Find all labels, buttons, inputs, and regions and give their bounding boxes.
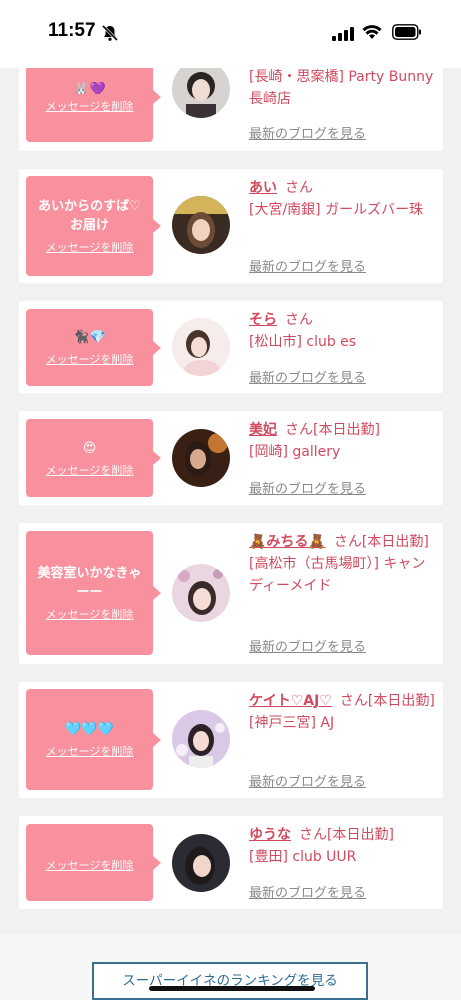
delete-message-link[interactable]: メッセージを削除 bbox=[46, 462, 134, 478]
message-text: 🩵🩵🩵 bbox=[65, 722, 114, 737]
honorific: さん bbox=[285, 180, 313, 196]
status-time: 11:57 bbox=[48, 20, 96, 41]
message-bubble: 🐈‍⬛💎 メッセージを削除 bbox=[26, 309, 161, 386]
attendance-badge: [本日出勤] bbox=[313, 422, 380, 438]
super-like-card: 🩵🩵🩵 メッセージを削除 ケイト♡AJ♡ さん[本日出勤] [神戸三宮] AJ 最… bbox=[19, 682, 443, 798]
message-bubble: メッセージを削除 bbox=[26, 824, 161, 901]
attendance-badge: [本日出勤] bbox=[361, 534, 429, 550]
avatar[interactable] bbox=[172, 318, 230, 376]
shop-name: [大宮/南銀] ガールズバー珠 bbox=[249, 202, 424, 218]
blog-link[interactable]: 最新のブログを見る bbox=[249, 367, 366, 386]
shop-name: [高松市（古馬場町）] キャンディーメイド bbox=[249, 556, 426, 594]
delete-message-link[interactable]: メッセージを削除 bbox=[46, 98, 134, 114]
shop-name: [松山市] club es bbox=[249, 334, 357, 350]
avatar[interactable] bbox=[172, 60, 230, 118]
cast-name-link[interactable]: あい bbox=[249, 180, 277, 196]
cast-name-link[interactable]: 🧸みちる🧸 bbox=[249, 534, 326, 550]
avatar[interactable] bbox=[172, 710, 230, 768]
honorific: さん bbox=[339, 693, 368, 709]
delete-message-link[interactable]: メッセージを削除 bbox=[46, 351, 134, 367]
delete-message-link[interactable]: メッセージを削除 bbox=[46, 606, 134, 622]
message-bubble: 🩵🩵🩵 メッセージを削除 bbox=[26, 689, 161, 790]
blog-link[interactable]: 最新のブログを見る bbox=[249, 882, 366, 901]
cast-info: ゆうな さん[本日出勤] [豊田] club UUR bbox=[249, 824, 439, 868]
ranking-button[interactable]: スーパーイイネのランキングを見る bbox=[92, 962, 368, 1000]
cast-name-link[interactable]: そら bbox=[249, 312, 277, 328]
avatar[interactable] bbox=[172, 429, 230, 487]
honorific: さん bbox=[333, 534, 362, 550]
honorific: さん bbox=[285, 312, 313, 328]
battery-icon bbox=[392, 24, 422, 44]
cast-info: 美妃 さん[本日出勤] [岡崎] gallery bbox=[249, 419, 439, 463]
shop-name: [豊田] club UUR bbox=[249, 849, 357, 865]
blog-link[interactable]: 最新のブログを見る bbox=[249, 256, 366, 275]
message-bubble: 😍 メッセージを削除 bbox=[26, 419, 161, 497]
super-like-card: 美容室いかなきゃーー メッセージを削除 🧸みちる🧸 さん[本日出勤] [高松市（古… bbox=[19, 523, 443, 664]
message-text: 🐈‍⬛💎 bbox=[73, 330, 106, 345]
cast-info: そら さん [松山市] club es bbox=[249, 309, 439, 353]
shop-name: [岡崎] gallery bbox=[249, 444, 341, 460]
blog-link[interactable]: 最新のブログを見る bbox=[249, 123, 366, 142]
shop-name: [神戸三宮] AJ bbox=[249, 715, 335, 731]
shop-name: [長崎・思案橋] Party Bunny 長崎店 bbox=[249, 69, 434, 107]
blog-link[interactable]: 最新のブログを見る bbox=[249, 478, 366, 497]
blog-link[interactable]: 最新のブログを見る bbox=[249, 636, 366, 655]
message-text: 美容室いかなきゃーー bbox=[37, 566, 142, 600]
cast-info: 🧸みちる🧸 さん[本日出勤] [高松市（古馬場町）] キャンディーメイド bbox=[249, 531, 439, 597]
cast-name-link[interactable]: 美妃 bbox=[249, 422, 277, 438]
message-bubble: 美容室いかなきゃーー メッセージを削除 bbox=[26, 531, 161, 655]
cellular-signal-icon bbox=[332, 26, 354, 45]
avatar[interactable] bbox=[172, 564, 230, 622]
message-bubble: あいからのすば♡お届け メッセージを削除 bbox=[26, 176, 161, 276]
super-like-card: 😍 メッセージを削除 美妃 さん[本日出勤] [岡崎] gallery 最新のブロ… bbox=[19, 411, 443, 505]
home-indicator[interactable] bbox=[149, 986, 315, 991]
delete-message-link[interactable]: メッセージを削除 bbox=[46, 239, 134, 255]
cast-name-link[interactable]: ゆうな bbox=[249, 827, 291, 843]
cast-name-link[interactable]: ケイト♡AJ♡ bbox=[249, 693, 332, 709]
cast-info: ケイト♡AJ♡ さん[本日出勤] [神戸三宮] AJ bbox=[249, 690, 439, 734]
delete-message-link[interactable]: メッセージを削除 bbox=[46, 857, 134, 873]
wifi-icon bbox=[362, 24, 382, 44]
super-like-card: あいからのすば♡お届け メッセージを削除 あい さん [大宮/南銀] ガールズバー… bbox=[19, 169, 443, 283]
attendance-badge: [本日出勤] bbox=[327, 827, 394, 843]
blog-link[interactable]: 最新のブログを見る bbox=[249, 771, 366, 790]
avatar[interactable] bbox=[172, 196, 230, 254]
message-text: 🐰💜 bbox=[73, 82, 106, 94]
avatar[interactable] bbox=[172, 834, 230, 892]
message-text: あいからのすば♡お届け bbox=[38, 199, 141, 233]
status-bar: 11:57 bbox=[0, 0, 461, 68]
honorific: さん bbox=[299, 827, 327, 843]
honorific: さん bbox=[285, 422, 313, 438]
delete-message-link[interactable]: メッセージを削除 bbox=[46, 743, 134, 759]
attendance-badge: [本日出勤] bbox=[367, 693, 435, 709]
super-like-card: メッセージを削除 ゆうな さん[本日出勤] [豊田] club UUR 最新のブロ… bbox=[19, 816, 443, 909]
message-text: 😍 bbox=[82, 440, 97, 456]
super-like-card: 🐈‍⬛💎 メッセージを削除 そら さん [松山市] club es 最新のブログを… bbox=[19, 301, 443, 393]
cast-info: あい さん [大宮/南銀] ガールズバー珠 bbox=[249, 177, 439, 221]
bell-off-icon bbox=[101, 24, 119, 46]
cast-info: [長崎・思案橋] Party Bunny 長崎店 bbox=[249, 66, 439, 110]
